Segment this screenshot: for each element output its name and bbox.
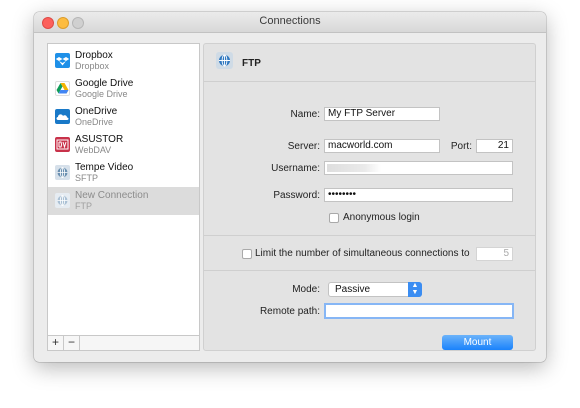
chevron-up-down-icon: ▲ ▼ [408,282,422,297]
dropbox-icon [55,53,70,68]
port-field[interactable]: 21 [476,139,513,153]
sidebar-item-type: WebDAV [75,145,112,155]
google-drive-icon [55,81,70,96]
redacted-username [327,164,381,172]
connection-type-title: FTP [242,58,261,69]
remote-path-label: Remote path: [259,306,320,317]
webdav-icon [55,137,70,152]
sidebar-item-type: FTP [75,201,92,211]
sidebar-item-type: OneDrive [75,117,114,127]
sidebar-footer: + − [48,335,199,350]
sidebar-item-new-connection[interactable]: New Connection FTP [48,187,199,215]
password-field[interactable]: •••••••• [324,188,513,202]
onedrive-icon [55,109,70,124]
add-connection-button[interactable]: + [48,336,64,350]
mode-select[interactable]: Passive ▲ ▼ [328,282,422,297]
sidebar-item-dropbox[interactable]: Dropbox Dropbox [48,47,199,75]
port-label: Port: [450,141,472,152]
mode-select-value: Passive [335,284,371,295]
window-title: Connections [259,15,321,27]
mode-label: Mode: [292,284,320,295]
mount-button[interactable]: Mount [442,335,513,350]
username-label: Username: [271,163,320,174]
anonymous-login-label: Anonymous login [343,212,420,223]
limit-connections-field[interactable]: 5 [476,247,513,261]
sidebar-item-label: Dropbox [75,50,113,61]
limit-connections-label: Limit the number of simultaneous connect… [255,248,470,259]
limit-connections-checkbox[interactable] [242,249,252,259]
name-label: Name: [290,109,320,120]
section-divider [204,235,535,236]
header-divider [204,81,535,82]
sftp-icon [55,165,70,180]
remove-connection-button[interactable]: − [64,336,80,350]
sidebar-item-label: ASUSTOR [75,134,124,145]
username-field[interactable] [324,161,513,175]
ftp-globe-icon [216,52,233,69]
server-field[interactable]: macworld.com [324,139,440,153]
section-divider [204,270,535,271]
remote-path-field[interactable] [324,303,514,319]
title-bar: Connections [34,12,546,33]
sidebar-item-asustor[interactable]: ASUSTOR WebDAV [48,131,199,159]
sidebar-item-type: SFTP [75,173,99,183]
ftp-icon [55,193,70,208]
sidebar-item-type: Dropbox [75,61,110,71]
sidebar-item-label: Google Drive [75,78,134,89]
sidebar-item-onedrive[interactable]: OneDrive OneDrive [48,103,199,131]
sidebar-item-type: Google Drive [75,89,128,99]
sidebar-item-label: OneDrive [75,106,118,117]
sidebar-item-tempe-video[interactable]: Tempe Video SFTP [48,159,199,187]
sidebar-item-label: Tempe Video [75,162,134,173]
name-field[interactable]: My FTP Server [324,107,440,121]
sidebar-item-label: New Connection [75,190,149,201]
anonymous-login-checkbox[interactable] [329,213,339,223]
server-label: Server: [287,141,320,152]
password-label: Password: [273,190,320,201]
sidebar-item-google-drive[interactable]: Google Drive Google Drive [48,75,199,103]
connections-sidebar: Dropbox Dropbox Google Drive Google Driv… [47,43,200,351]
connections-window: Connections Dropbox Dropbox Google Drive… [34,12,546,362]
connection-detail-panel: FTP Name: My FTP Server Server: macworld… [203,43,536,351]
